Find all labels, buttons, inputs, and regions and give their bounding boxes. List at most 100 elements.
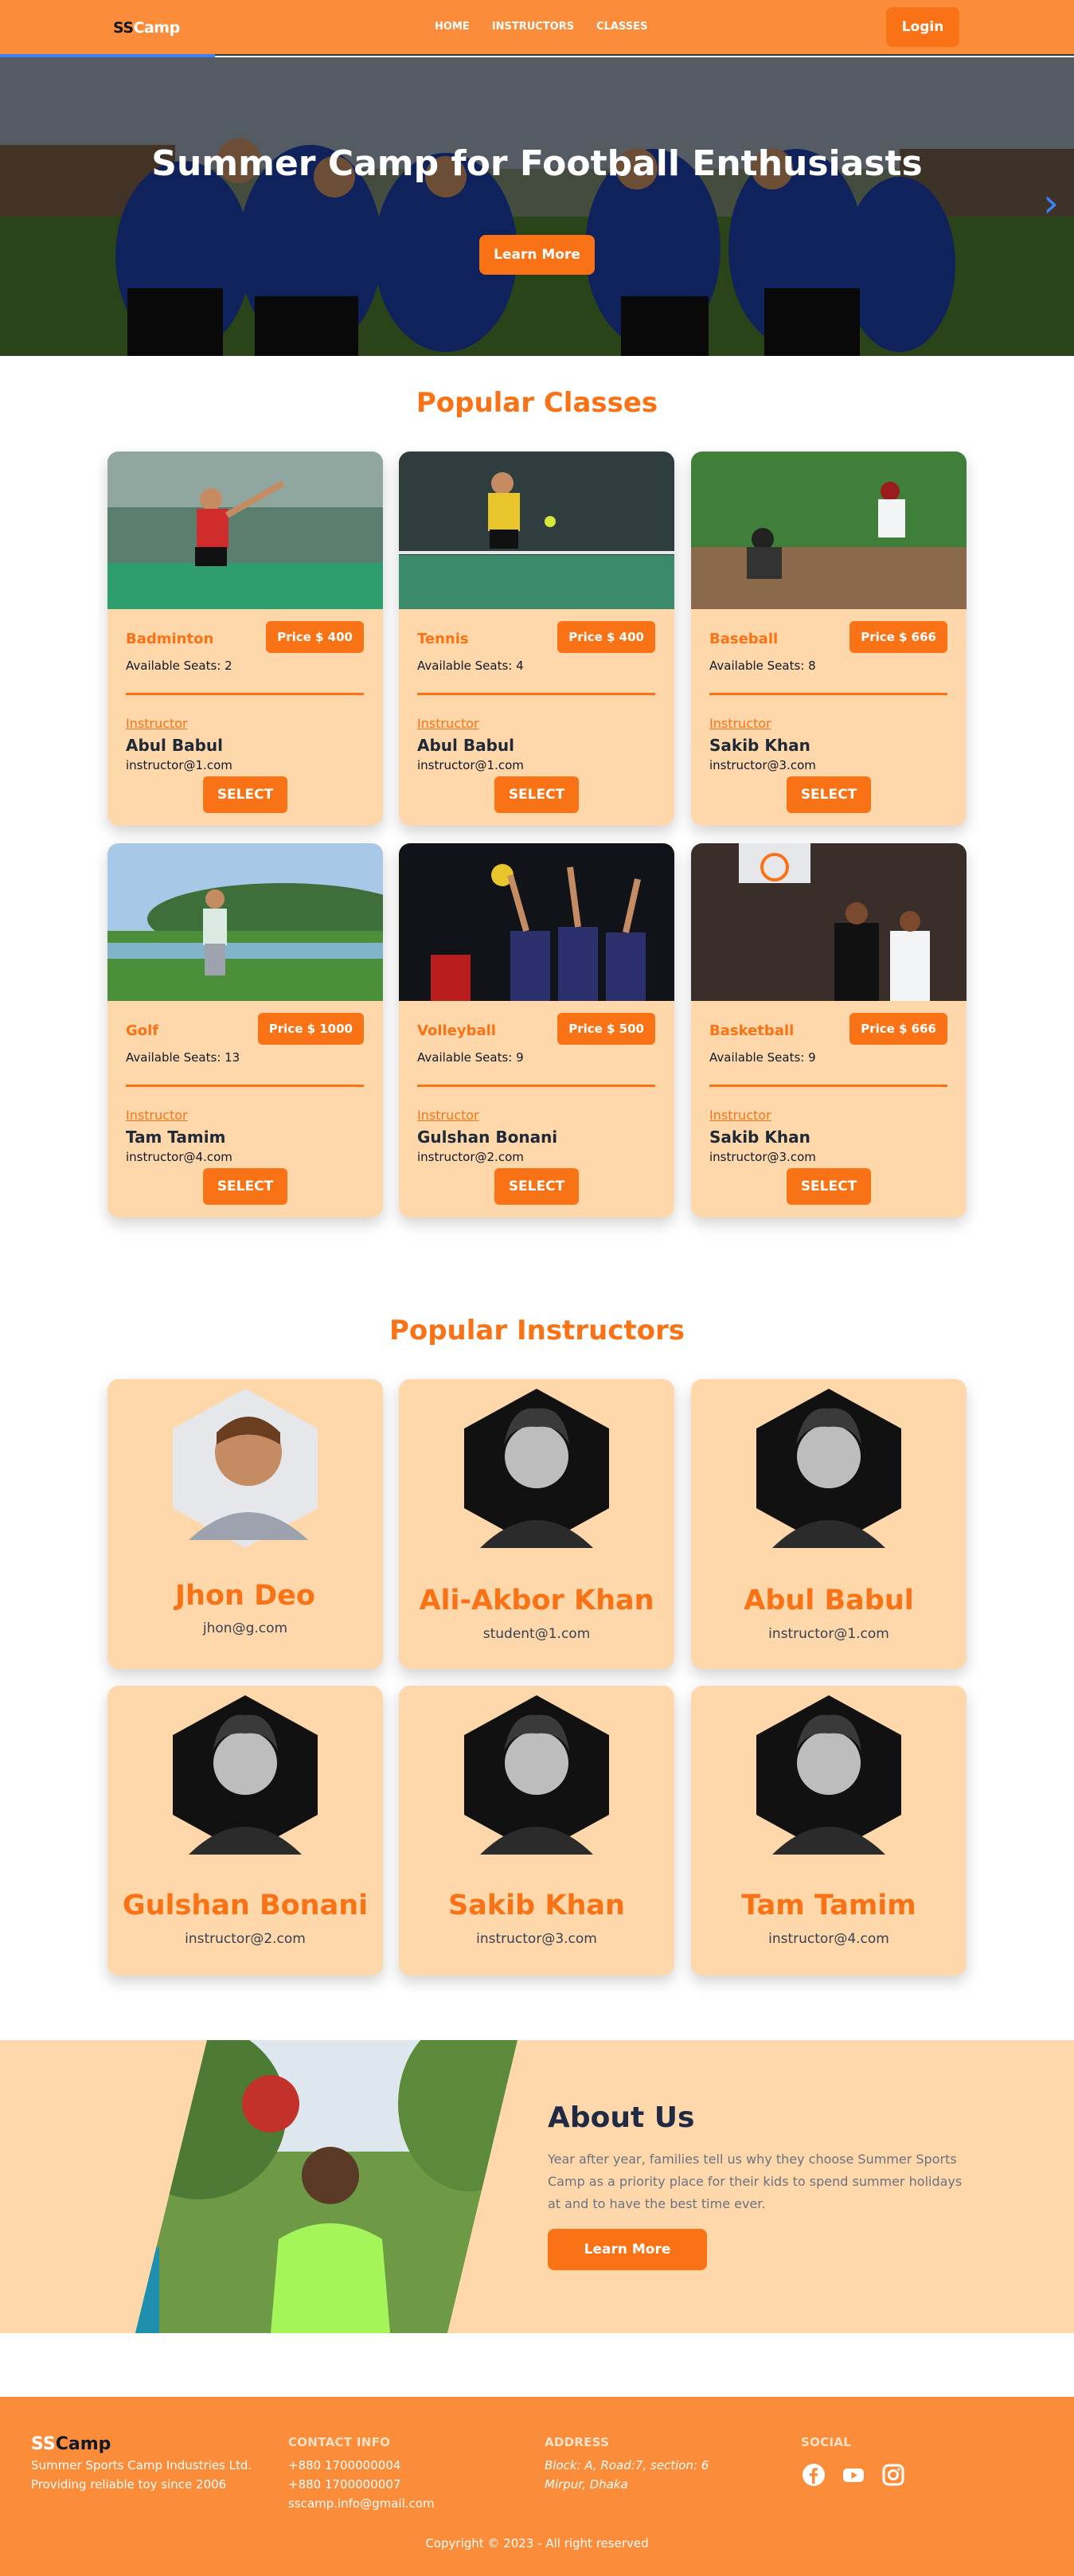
contact-email[interactable]: sscamp.info@gmail.com — [288, 2494, 435, 2513]
class-seats: Available Seats: 9 — [417, 1050, 524, 1065]
youtube-icon[interactable] — [841, 2462, 866, 2488]
instructor-card: Gulshan Bonani instructor@2.com — [107, 1686, 383, 1976]
select-class-button[interactable]: SELECT — [787, 1168, 871, 1205]
facebook-icon[interactable] — [801, 2462, 826, 2488]
popular-classes-title: Popular Classes — [416, 387, 658, 419]
instructor-name: Tam Tamim — [126, 1128, 226, 1147]
logo-camp: Camp — [55, 2434, 111, 2454]
footer: SSCamp Summer Sports Camp Industries Ltd… — [0, 2397, 1074, 2576]
instructor-name: Abul Babul — [744, 1585, 914, 1616]
main-menu: HOME INSTRUCTORS CLASSES — [435, 21, 647, 33]
select-class-button[interactable]: SELECT — [203, 776, 287, 813]
instructor-label: Instructor — [126, 1108, 188, 1123]
instructor-name: Ali-Akbor Khan — [419, 1585, 654, 1616]
social-links — [801, 2462, 906, 2488]
instructor-email: instructor@3.com — [709, 758, 816, 772]
select-class-button[interactable]: SELECT — [494, 776, 579, 813]
instructor-email: instructor@1.com — [126, 758, 232, 772]
instructor-avatar — [173, 1389, 318, 1548]
instructor-name: Sakib Khan — [448, 1890, 625, 1921]
site-logo[interactable]: SSCamp — [113, 19, 180, 37]
logo-ss: SS — [113, 19, 134, 37]
class-seats: Available Seats: 13 — [126, 1050, 240, 1065]
class-price: Price $ 400 — [266, 621, 364, 653]
instructor-email: instructor@4.com — [768, 1931, 889, 1947]
instructor-email: instructor@3.com — [476, 1931, 597, 1947]
class-card: Baseball Price $ 666 Available Seats: 8 … — [691, 451, 967, 826]
instructor-name: Abul Babul — [417, 736, 515, 755]
class-price: Price $ 500 — [557, 1013, 655, 1045]
divider — [709, 1085, 947, 1087]
divider — [709, 693, 947, 695]
select-class-button[interactable]: SELECT — [494, 1168, 579, 1205]
instructor-avatar — [756, 1695, 901, 1855]
select-class-button[interactable]: SELECT — [787, 776, 871, 813]
footer-tagline-1: Summer Sports Camp Industries Ltd. — [31, 2458, 252, 2472]
instructor-name: Sakib Khan — [709, 1128, 810, 1147]
instructor-email: jhon@g.com — [202, 1620, 288, 1636]
address-line-2: Mirpur, Dhaka — [545, 2477, 628, 2492]
instructor-avatar — [756, 1389, 901, 1548]
baseball-class-image — [691, 451, 967, 609]
contact-phone-1[interactable]: +880 1700000004 — [288, 2456, 400, 2475]
instructor-label: Instructor — [709, 1108, 771, 1123]
about-kid-football-image — [135, 2040, 517, 2333]
instructor-email: instructor@1.com — [417, 758, 524, 772]
about-learn-more-button[interactable]: Learn More — [548, 2229, 707, 2270]
divider — [417, 1085, 655, 1087]
instructor-label: Instructor — [417, 1108, 479, 1123]
instructor-avatar — [173, 1695, 318, 1855]
tennis-class-image — [399, 451, 674, 609]
instructor-avatar — [464, 1695, 609, 1855]
footer-tagline-2: Providing reliable toy since 2006 — [31, 2477, 227, 2492]
login-button[interactable]: Login — [886, 7, 959, 47]
select-class-button[interactable]: SELECT — [203, 1168, 287, 1205]
class-name: Golf — [126, 1022, 159, 1039]
address-line-1: Block: A, Road:7, section: 6 — [545, 2458, 709, 2472]
nav-classes-link[interactable]: CLASSES — [596, 21, 647, 33]
badminton-class-image — [107, 451, 383, 609]
instructor-name: Gulshan Bonani — [417, 1128, 558, 1147]
about-title: About Us — [548, 2101, 695, 2134]
nav-home-link[interactable]: HOME — [435, 21, 470, 33]
nav-instructors-link[interactable]: INSTRUCTORS — [492, 21, 574, 33]
instructor-card: Ali-Akbor Khan student@1.com — [399, 1379, 674, 1669]
volleyball-class-image — [399, 843, 674, 1001]
instructor-email: instructor@1.com — [768, 1626, 889, 1642]
hero-learn-more-button[interactable]: Learn More — [479, 235, 595, 275]
hero-carousel: Summer Camp for Football Enthusiasts Lea… — [0, 57, 1074, 356]
instructor-email: instructor@2.com — [417, 1150, 524, 1164]
about-section: About Us Year after year, families tell … — [0, 2040, 1074, 2333]
golf-class-image — [107, 843, 383, 1001]
basketball-class-image — [691, 843, 967, 1001]
instructor-email: instructor@3.com — [709, 1150, 816, 1164]
instructor-name: Jhon Deo — [175, 1580, 315, 1612]
instagram-icon[interactable] — [881, 2462, 906, 2488]
class-name: Tennis — [417, 631, 469, 647]
instructor-card: Sakib Khan instructor@3.com — [399, 1686, 674, 1976]
instructor-avatar — [464, 1389, 609, 1548]
class-price: Price $ 666 — [849, 1013, 947, 1045]
divider — [126, 693, 364, 695]
instructor-name: Abul Babul — [126, 736, 224, 755]
instructor-label: Instructor — [417, 716, 479, 731]
contact-phone-2[interactable]: +880 1700000007 — [288, 2475, 400, 2494]
chevron-right-icon[interactable]: › — [1043, 183, 1059, 223]
contact-heading: CONTACT INFO — [288, 2435, 391, 2449]
instructor-name: Tam Tamim — [741, 1890, 916, 1921]
class-seats: Available Seats: 4 — [417, 659, 524, 673]
logo-camp: Camp — [133, 19, 181, 37]
instructor-name: Sakib Khan — [709, 736, 810, 755]
class-name: Badminton — [126, 631, 214, 647]
top-navbar: SSCamp HOME INSTRUCTORS CLASSES Login — [0, 0, 1074, 56]
class-name: Basketball — [709, 1022, 795, 1039]
instructor-card: Abul Babul instructor@1.com — [691, 1379, 967, 1669]
instructor-label: Instructor — [709, 716, 771, 731]
instructor-label: Instructor — [126, 716, 188, 731]
instructor-email: instructor@4.com — [126, 1150, 232, 1164]
popular-instructors-title: Popular Instructors — [389, 1315, 685, 1347]
instructor-card: Jhon Deo jhon@g.com — [107, 1379, 383, 1669]
footer-logo[interactable]: SSCamp — [31, 2434, 111, 2454]
class-card: Golf Price $ 1000 Available Seats: 13 In… — [107, 843, 383, 1218]
class-card: Basketball Price $ 666 Available Seats: … — [691, 843, 967, 1218]
